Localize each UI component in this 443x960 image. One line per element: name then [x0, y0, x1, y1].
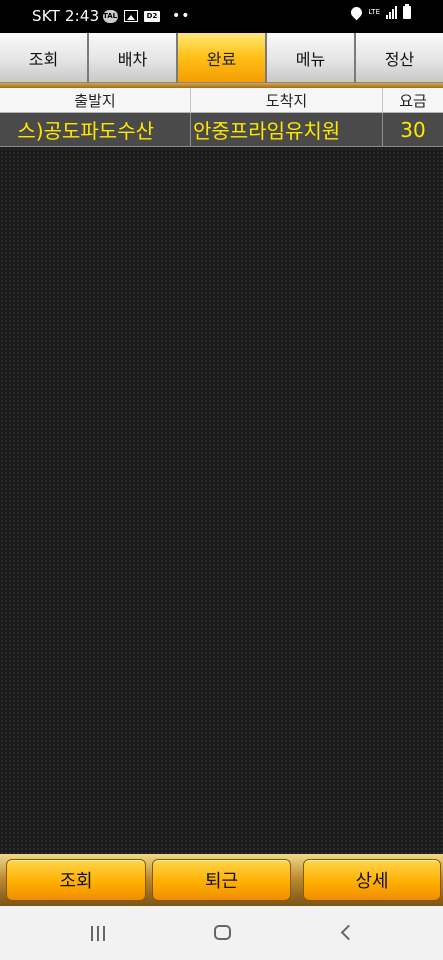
system-nav-bar [0, 906, 443, 960]
back-icon[interactable] [340, 924, 357, 941]
home-icon[interactable] [214, 925, 231, 940]
leave-work-button[interactable]: 퇴근 [152, 859, 291, 901]
status-time: SKT 2:43 [32, 7, 100, 25]
recent-apps-icon[interactable] [91, 926, 105, 941]
system-icons: LTE [349, 4, 411, 21]
tab-complete[interactable]: 완료 [178, 33, 265, 83]
column-header-fare: 요금 [399, 91, 427, 110]
cell-departure: 스)공도파도수산 [0, 113, 191, 146]
table-row[interactable]: 스)공도파도수산 안중프라임유치원 30 [0, 113, 443, 147]
notification-icons: TALK D2 •• [103, 8, 191, 24]
tab-bar: 조회 배차 완료 메뉴 정산 [0, 33, 443, 83]
battery-icon [403, 4, 411, 19]
signal-icon [386, 6, 397, 19]
list-area[interactable] [0, 147, 443, 854]
cell-fare: 30 [400, 117, 426, 142]
table-header: 출발지 도착지 요금 [0, 88, 443, 113]
location-icon [349, 4, 365, 21]
image-icon [124, 10, 138, 22]
more-notifications-icon: •• [172, 8, 191, 24]
column-header-departure: 출발지 [0, 88, 191, 112]
tab-lookup[interactable]: 조회 [0, 33, 87, 83]
tab-settlement[interactable]: 정산 [356, 33, 443, 83]
detail-button[interactable]: 상세 [303, 859, 441, 901]
action-bar: 조회 퇴근 상세 [0, 854, 443, 906]
tab-menu[interactable]: 메뉴 [267, 33, 354, 83]
status-bar: SKT 2:43 TALK D2 •• LTE [0, 0, 443, 33]
d2-icon: D2 [144, 10, 160, 22]
cell-destination: 안중프라임유치원 [191, 113, 383, 146]
lte-icon: LTE [368, 8, 380, 16]
column-header-destination: 도착지 [191, 88, 383, 112]
lookup-button[interactable]: 조회 [6, 859, 146, 901]
chat-icon: TALK [103, 9, 123, 23]
tab-dispatch[interactable]: 배차 [89, 33, 176, 83]
